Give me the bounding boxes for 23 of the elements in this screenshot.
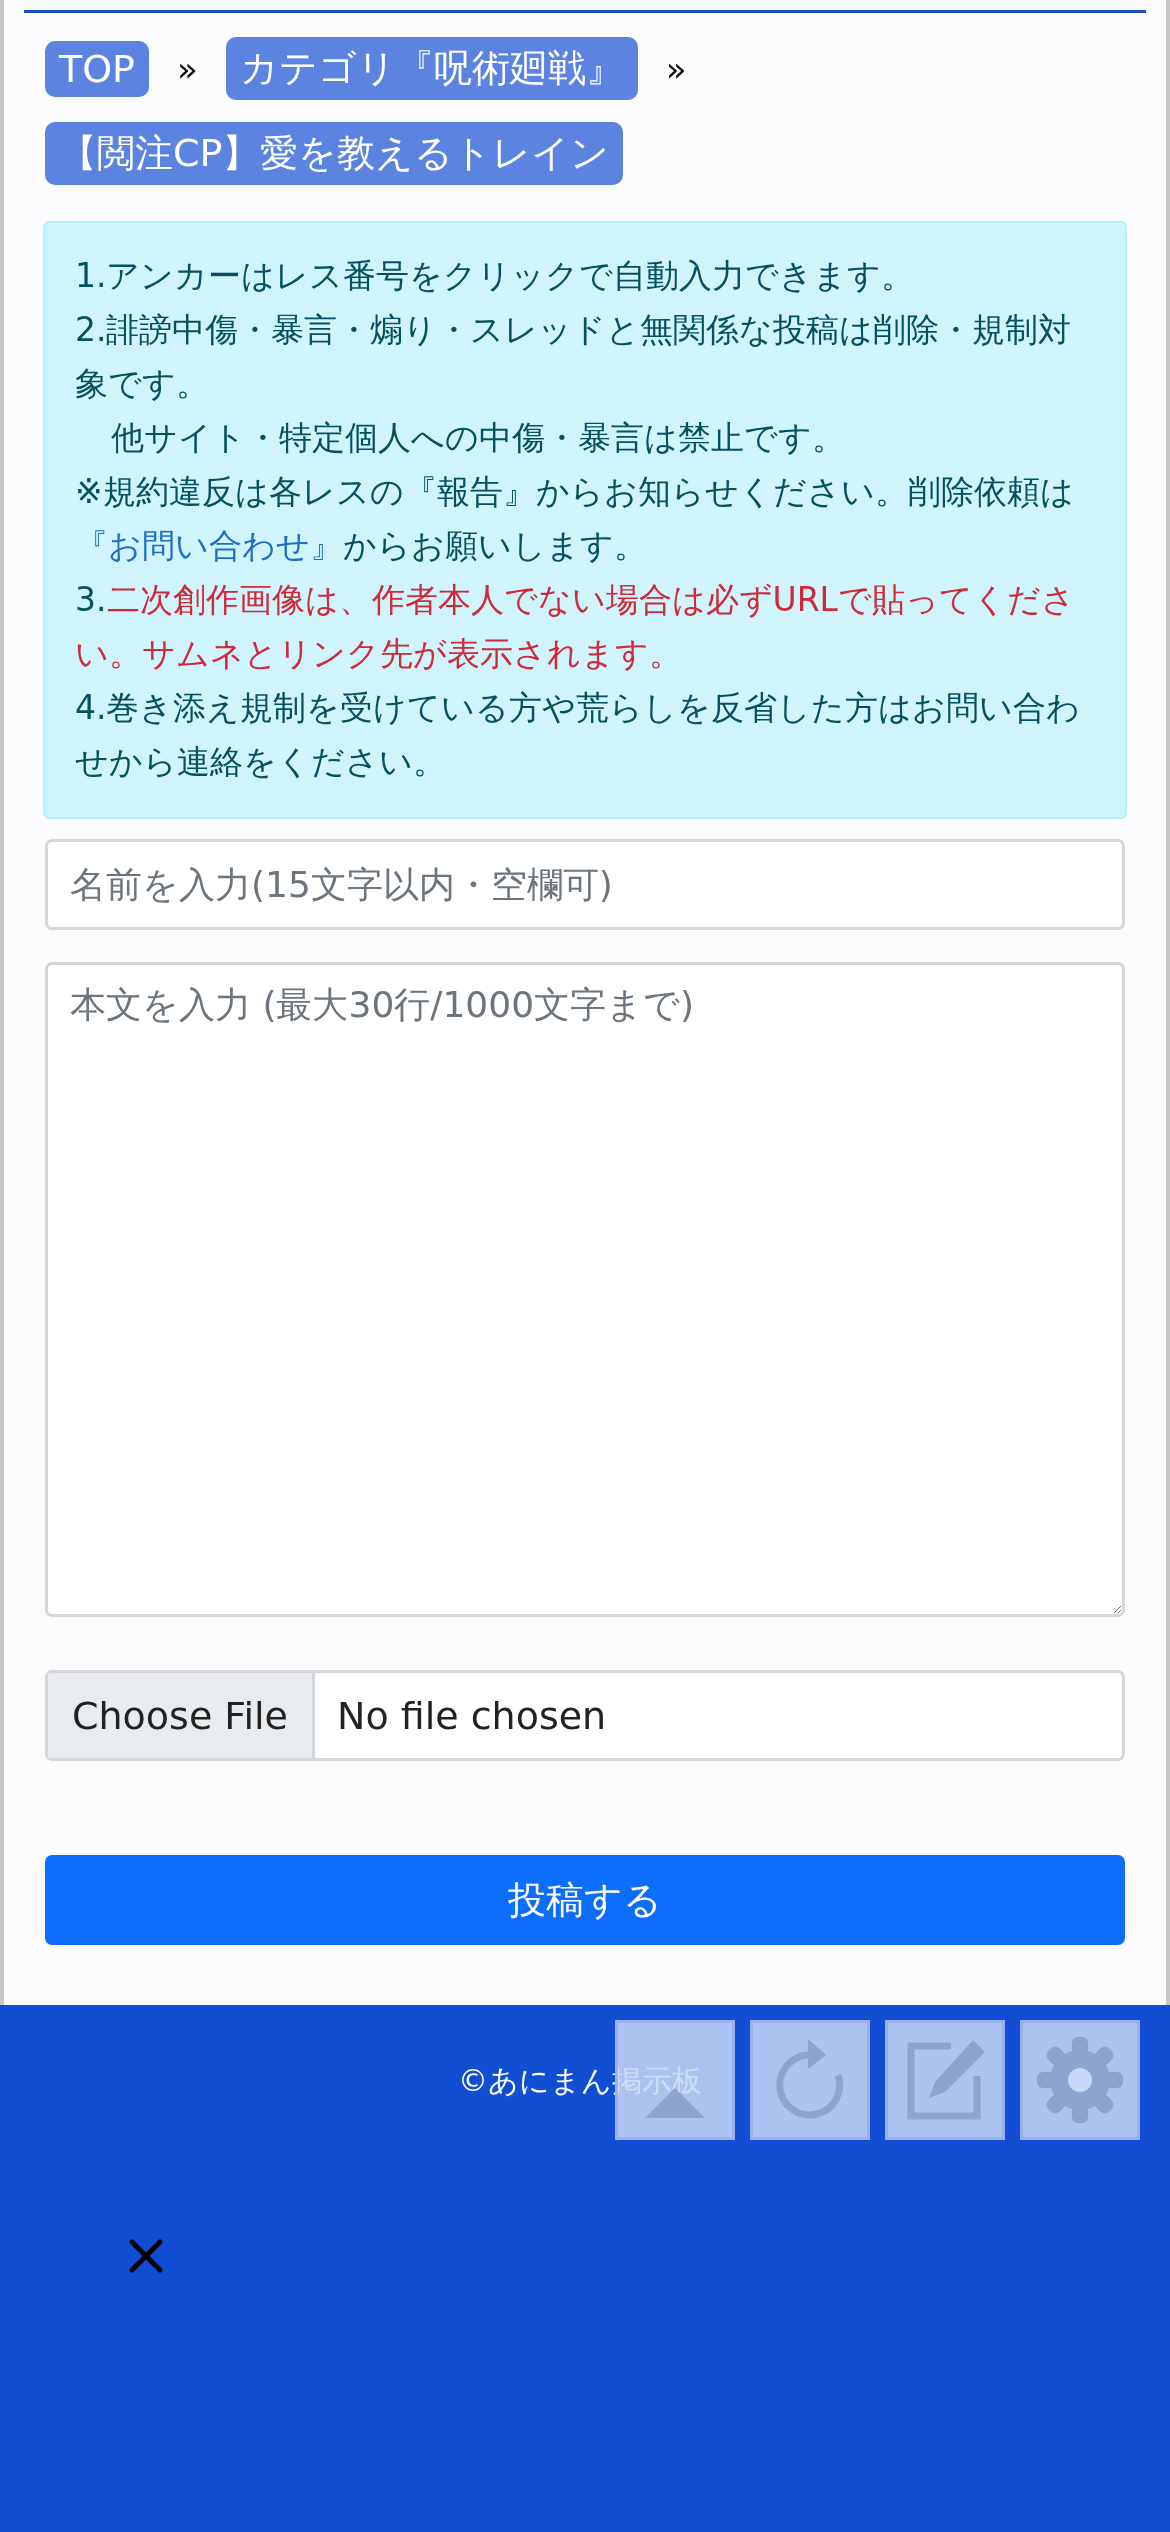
- breadcrumb-separator: »: [665, 48, 687, 89]
- notice-text: ※規約違反は各レスの『報告』からお知らせください。削除依頼は 『お問い合わせ』からお願いします。: [75, 471, 1075, 567]
- submit-button[interactable]: 投稿する: [45, 1855, 1125, 1945]
- choose-file-button[interactable]: Choose File: [48, 1673, 315, 1758]
- breadcrumb-link[interactable]: TOP: [45, 40, 150, 97]
- floating-button[interactable]: [1020, 2020, 1140, 2140]
- contact-link[interactable]: 『お問い合わせ』: [75, 526, 343, 565]
- floating-button[interactable]: [885, 2020, 1005, 2140]
- breadcrumb-separator: »: [177, 48, 198, 89]
- breadcrumb-link[interactable]: 【閲注CP】愛を教えるトレイン: [45, 122, 624, 185]
- body-field[interactable]: 本文を入力 (最大30行/1000文字まで): [45, 962, 1125, 1617]
- settings-icon: [1035, 2035, 1125, 2125]
- notice-text: 4.巻き添え規制を受けている方や荒らしを反省した方はお問い合わせから連絡をください。: [75, 687, 1082, 783]
- name-field[interactable]: 名前を入力(15文字以内・空欄可): [45, 839, 1125, 930]
- notice-text: 他サイト・特定個人への中傷・暴言は禁止です。: [110, 417, 846, 459]
- notice-text: 1.アンカーはレス番号をクリックで自動入力できます。: [75, 255, 916, 297]
- file-field[interactable]: Choose File No file chosen: [45, 1670, 1125, 1761]
- close-icon[interactable]: [128, 2238, 164, 2274]
- breadcrumb-link[interactable]: カテゴリ『呪術廻戦』: [225, 37, 638, 100]
- file-status: No file chosen: [335, 1693, 608, 1738]
- notice-text: 3.二次創作画像は、作者本人でない場合は必ずURLで貼ってください。サムネとリンク先が表示されます。: [75, 579, 1076, 675]
- notice-text: 2.誹謗中傷・暴言・煽り・スレッドと無関係な投稿は削除・規制対象です。: [75, 309, 1073, 405]
- floating-button[interactable]: [750, 2020, 870, 2140]
